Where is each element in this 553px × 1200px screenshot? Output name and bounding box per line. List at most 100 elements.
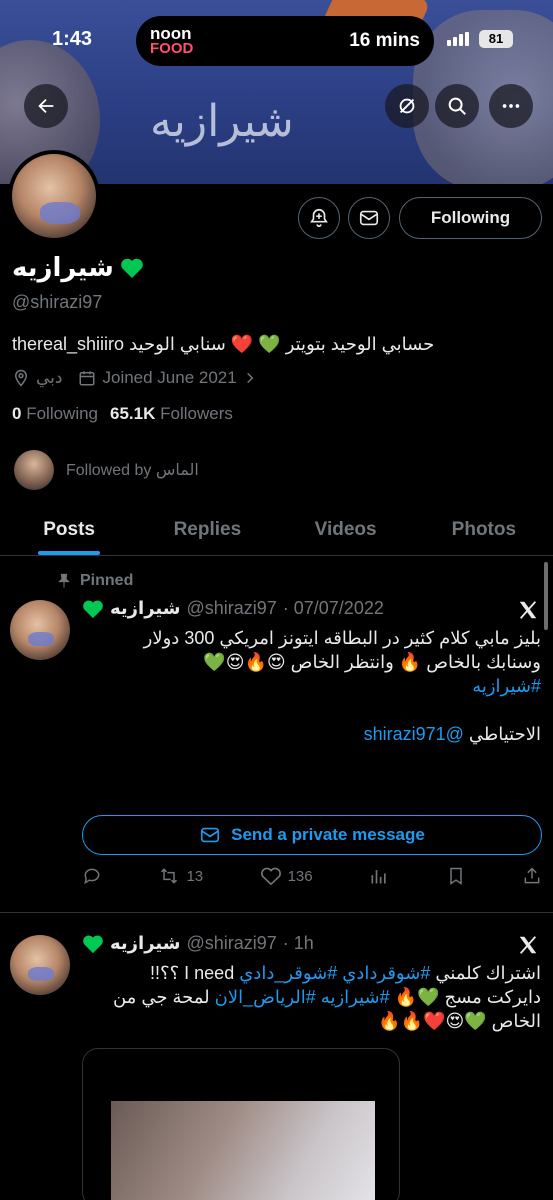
bookmark-button[interactable] (446, 866, 466, 886)
post-text: اشتراك كلمني #شوقردادي #شوقر_دادي I need… (82, 961, 541, 1033)
post-author-name[interactable]: شيرازيه (110, 598, 180, 619)
following-stat[interactable]: 0 Following (12, 404, 98, 424)
battery-indicator: 81 (479, 30, 513, 48)
post-text-segment: لمحة جي من (112, 987, 210, 1007)
calendar-icon (79, 371, 95, 386)
more-icon (502, 104, 520, 108)
share-button[interactable] (522, 866, 542, 886)
post-header: شيرازيه @shirazi97 · 1h (82, 933, 314, 954)
post-text-line: الخاص 💚😍❤️🔥🔥 (378, 1011, 541, 1031)
location-icon (14, 369, 28, 387)
follower-avatar (14, 450, 54, 490)
hide-icon (399, 98, 415, 114)
noon-logo-top: noon (150, 24, 192, 43)
retweet-button[interactable]: 13 (158, 866, 203, 886)
like-count: 136 (287, 867, 313, 885)
pinned-label: Pinned (80, 572, 134, 589)
post-text-segment: دايركت مسج 💚🔥 (394, 987, 541, 1007)
dm-button-label: Send a private message (231, 825, 425, 844)
green-heart-icon (120, 258, 143, 278)
profile-location: دبي (36, 368, 63, 387)
search-button[interactable] (435, 84, 479, 128)
followers-count: 65.1K (110, 404, 156, 423)
tab-replies[interactable]: Replies (138, 504, 276, 555)
display-name-text: شيرازيه (12, 252, 114, 282)
back-button[interactable] (24, 84, 68, 128)
post-text-segment: I need ؟؟!! (150, 963, 235, 983)
post-header: شيرازيه @shirazi97 · 07/07/2022 (82, 598, 384, 619)
profile-joined-date[interactable]: Joined June 2021 (102, 368, 236, 388)
profile-avatar[interactable] (8, 150, 100, 242)
back-arrow-icon (38, 98, 54, 114)
post-text-line: بليز مابي كلام كثير در البطاقه ايتونز ام… (143, 628, 541, 648)
retweet-icon (161, 868, 178, 884)
post-backup-line: الاحتياطي @shirazi971 (82, 722, 541, 746)
dynamic-island-live-activity[interactable]: noon FOOD 16 mins (136, 16, 434, 66)
send-private-message-button[interactable]: Send a private message (82, 815, 542, 855)
search-icon (448, 97, 466, 115)
noon-logo-bottom: FOOD (150, 40, 194, 57)
notification-plus-icon (310, 208, 328, 228)
tab-videos[interactable]: Videos (277, 504, 415, 555)
post-actions: 13 136 (82, 866, 542, 886)
post-author-name[interactable]: شيرازيه (110, 933, 180, 954)
x-logo-icon (519, 601, 537, 619)
like-icon (260, 867, 281, 886)
backup-label: الاحتياطي (468, 724, 541, 744)
profile-bio: حسابي الوحيد بتويتر 💚 ❤️ سنابي الوحيد th… (12, 334, 435, 354)
notifications-button[interactable] (298, 197, 340, 239)
profile-tabs: Posts Replies Videos Photos (0, 504, 553, 556)
banner-shirt-text: شيرازيه (150, 96, 294, 147)
followers-stat[interactable]: 65.1K Followers (110, 404, 233, 424)
post-text-line: دايركت مسج 💚🔥 #شيرازيه #الرياض_الان لمحة… (82, 985, 541, 1009)
more-options-button[interactable] (489, 84, 533, 128)
followed-by-row[interactable]: Followed by الماس (14, 450, 199, 490)
post-text-segment: اشتراك كلمني (435, 963, 541, 983)
views-button[interactable] (369, 866, 389, 886)
post-hashtags[interactable]: #شيرازيه #الرياض_الان (215, 987, 390, 1007)
x-logo-icon (519, 936, 537, 954)
following-count: 0 (12, 404, 22, 423)
message-button[interactable] (348, 197, 390, 239)
follow-stats: 0 Following 65.1K Followers (12, 404, 233, 424)
post-author-handle[interactable]: @shirazi97 (186, 598, 276, 619)
post-avatar[interactable] (10, 600, 70, 660)
post-timestamp: · 07/07/2022 (282, 598, 384, 618)
followers-label: Followers (160, 404, 233, 423)
post-avatar[interactable] (10, 935, 70, 995)
delivery-eta: 16 mins (349, 30, 420, 51)
pin-icon (58, 573, 70, 588)
hide-replies-button[interactable] (385, 84, 429, 128)
following-button[interactable]: Following (399, 197, 542, 239)
post-text-line: وسنابك بالخاص 🔥 وانتظر الخاص 😍🔥😍💚 (203, 652, 541, 672)
chevron-right-icon (246, 372, 254, 384)
green-heart-icon (83, 935, 103, 953)
reply-button[interactable] (82, 866, 102, 886)
retweet-count: 13 (186, 867, 204, 885)
post-media[interactable] (82, 1048, 400, 1200)
post-text-line: اشتراك كلمني #شوقردادي #شوقر_دادي I need… (82, 961, 541, 985)
reply-icon (84, 868, 100, 885)
signal-icon (447, 32, 469, 46)
post-media-image (111, 1101, 375, 1200)
post-hashtags[interactable]: #شوقردادي #شوقر_دادي (239, 963, 430, 983)
views-icon (371, 870, 386, 884)
like-button[interactable]: 136 (260, 866, 313, 886)
bookmark-icon (449, 867, 462, 885)
post-hashtag[interactable]: #شيرازيه (82, 674, 541, 698)
backup-handle-link[interactable]: @shirazi971 (364, 724, 464, 744)
pinned-indicator: Pinned (56, 572, 133, 590)
post-timestamp: · 1h (282, 933, 314, 953)
post-text: بليز مابي كلام كثير در البطاقه ايتونز ام… (82, 626, 541, 746)
post-author-handle[interactable]: @shirazi97 (186, 933, 276, 954)
status-time: 1:43 (52, 28, 93, 50)
profile-display-name: شيرازيه (12, 252, 144, 283)
tab-posts[interactable]: Posts (0, 504, 138, 555)
post-divider (0, 912, 553, 913)
profile-meta: دبي Joined June 2021 (12, 368, 257, 388)
mail-icon (201, 827, 220, 843)
scrollbar[interactable] (544, 562, 548, 630)
profile-handle: @shirazi97 (12, 292, 103, 312)
mail-icon (359, 210, 379, 226)
tab-photos[interactable]: Photos (415, 504, 553, 555)
